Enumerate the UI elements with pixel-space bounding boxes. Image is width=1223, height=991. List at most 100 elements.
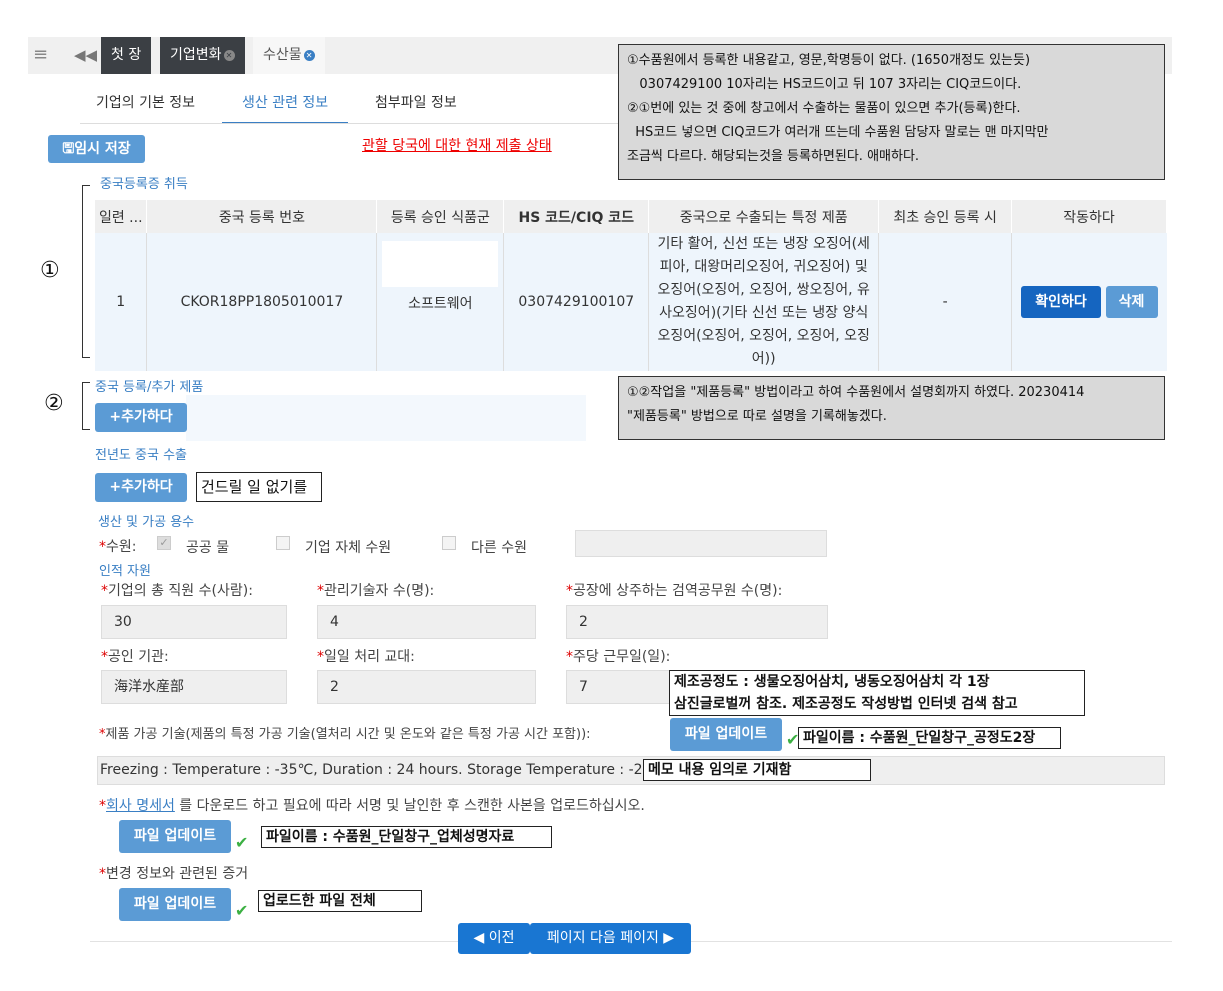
col-product: 중국으로 수출되는 특정 제품 [648,200,880,233]
subtab-basic-info[interactable]: 기업의 기본 정보 [76,86,215,124]
company-statement-link[interactable]: 회사 명세서 [106,798,175,814]
close-icon[interactable]: ✕ [303,49,315,61]
prev-label: 이전 [488,930,515,946]
col-food-group: 등록 승인 식품군 [376,200,505,233]
col-action: 작동하다 [1011,200,1167,233]
tech-label-text: 관리기술자 수(명): [324,583,435,599]
workdays-label: *주당 근무일(일): [566,649,671,665]
china-reg-table: 일련 ... 중국 등록 번호 등록 승인 식품군 HS 코드/CIQ 코드 중… [95,200,1167,371]
water-label: *수원: [99,539,137,555]
submission-status-link[interactable]: 관할 당국에 대한 현재 제출 상태 [362,135,552,155]
cell-action: 확인하다 삭제 [1011,233,1167,371]
other-water-label: 다른 수원 [471,540,527,556]
cell-food-group: 소프트웨어 [376,233,505,371]
annotation-bracket [82,382,90,430]
declaration-text: *회사 명세서 를 다운로드 하고 필요에 따라 서명 및 날인한 후 스캔한 … [99,798,645,814]
next-button[interactable]: 페이지 다음 페이지 ▶ [530,923,691,954]
evidence-label: *변경 정보와 관련된 증거 [99,866,249,882]
shift-input[interactable]: 2 [317,670,536,704]
evidence-label-text: 변경 정보와 관련된 증거 [106,866,249,882]
plus-icon: + [109,479,122,495]
col-hs-code: HS 코드/CIQ 코드 [503,200,650,233]
shift-label: *일일 처리 교대: [317,649,415,665]
tab-company-change[interactable]: 기업변화 ✕ [160,37,245,74]
rewind-icon[interactable]: ◀◀ [74,43,97,67]
agency-label-text: 공인 기관: [108,649,169,665]
total-staff-input[interactable]: 30 [101,605,287,639]
note-line: "제품등록" 방법으로 따로 설명을 기록해놓겠다. [627,409,887,424]
human-title: 인적 자원 [99,564,151,579]
col-reg-no: 중국 등록 번호 [146,200,378,233]
tech-upload-button[interactable]: 파일 업데이트 [670,718,782,751]
tab-seafood-label: 수산물 [263,47,302,63]
prev-button[interactable]: ◀ 이전 [458,923,530,954]
menu-icon[interactable]: ≡ [33,43,51,67]
water-label-text: 수원: [106,539,137,555]
subtab-attachment-info[interactable]: 첨부파일 정보 [355,86,477,124]
self-water-label: 기업 자체 수원 [305,540,392,556]
close-icon[interactable]: ✕ [223,49,235,61]
delete-button[interactable]: 삭제 [1105,286,1158,318]
cell-first-date: - [878,233,1013,371]
public-water-checkbox[interactable]: ✓ [157,536,171,550]
workdays-label-text: 주당 근무일(일): [573,649,671,665]
annotation-file-name: 파일이름 : 수품원_단일창구_공정도2장 [798,727,1061,749]
tab-seafood[interactable]: 수산물 ✕ [253,37,325,74]
table-header-row: 일련 ... 중국 등록 번호 등록 승인 식품군 HS 코드/CIQ 코드 중… [95,200,1167,233]
tab-first[interactable]: 첫 장 [101,37,152,74]
temp-save-button[interactable]: 🖫임시 저장 [48,135,145,163]
public-water-label: 공공 물 [186,540,230,556]
table-row: 1 CKOR18PP1805010017 소프트웨어 0307429100107… [95,233,1167,371]
note-line: 0307429100 10자리는 HS코드이고 뒤 107 3자리는 CIQ코드… [627,77,1022,92]
temp-save-label: 임시 저장 [74,141,131,157]
arrow-right-icon: ▶ [658,930,675,946]
annotation-marker-one: ① [40,258,60,283]
add-product-label: 추가하다 [121,409,173,425]
inspector-label: *공장에 상주하는 검역공무원 수(명): [566,583,783,599]
annotation-note-top: ①수품원에서 등록한 내용같고, 영문,학명등이 없다. (1650개정도 있는… [618,44,1165,180]
check-icon: ✔ [235,901,249,920]
add-prev-year-button[interactable]: +추가하다 [95,473,187,502]
other-water-input[interactable] [575,530,827,557]
note-line: HS코드 넣으면 CIQ코드가 여러개 뜨는데 수품원 담당자 말로는 맨 마지… [627,125,1049,140]
tech-input[interactable]: 4 [317,605,536,639]
total-staff-label-text: 기업의 총 직원 수(사람): [108,583,253,599]
tech-label: *관리기술자 수(명): [317,583,435,599]
inspector-input[interactable]: 2 [566,605,828,639]
next-label: 페이지 다음 페이지 [546,930,659,946]
annotation-process-diagram: 제조공정도 : 생물오징어삼치, 냉동오징어삼치 각 1장 삼진글로벌꺼 참조.… [669,670,1085,716]
annotation-note-second: ①②작업을 "제품등록" 방법이라고 하여 수품원에서 설명회까지 하였다. 2… [618,376,1165,440]
col-first-date: 최초 승인 등록 시 [878,200,1013,233]
declaration-upload-button[interactable]: 파일 업데이트 [119,820,231,853]
note-line: ①수품원에서 등록한 내용같고, 영문,학명등이 없다. (1650개정도 있는… [627,53,1031,68]
tab-first-label: 첫 장 [111,47,142,63]
arrow-left-icon: ◀ [473,930,489,946]
agency-input[interactable]: 海洋水産部 [101,670,287,704]
annotation-memo: 메모 내용 임의로 기재함 [643,759,871,781]
prev-year-title: 전년도 중국 수출 [95,448,187,463]
add-area [186,395,586,441]
note-line: ②①번에 있는 것 중에 창고에서 수출하는 물품이 있으면 추가(등록)한다. [627,101,1021,116]
tech-desc-label-text: 제품 가공 기술(제품의 특정 가공 기술(열처리 시간 및 온도와 같은 특정… [105,727,591,742]
cell-serial: 1 [95,233,148,371]
shift-label-text: 일일 처리 교대: [324,649,415,665]
water-title: 생산 및 가공 용수 [98,515,195,530]
declaration-suffix: 를 다운로드 하고 필요에 따라 서명 및 날인한 후 스캔한 사본을 업로드하… [174,798,645,814]
note-line: 제조공정도 : 생물오징어삼치, 냉동오징어삼치 각 1장 [674,674,990,690]
cell-reg-no: CKOR18PP1805010017 [146,233,378,371]
annotation-file-name: 파일이름 : 수품원_단일창구_업체성명자료 [261,826,552,848]
annotation-marker-two: ② [44,391,64,416]
china-add-title: 중국 등록/추가 제품 [95,380,204,395]
add-prev-year-label: 추가하다 [121,479,173,495]
other-water-checkbox[interactable] [442,536,456,550]
blank-box [382,241,499,287]
self-water-checkbox[interactable] [276,536,290,550]
add-product-button[interactable]: +추가하다 [95,403,187,432]
evidence-upload-button[interactable]: 파일 업데이트 [119,888,231,921]
subtab-production-info[interactable]: 생산 관련 정보 [222,86,349,124]
confirm-button[interactable]: 확인하다 [1021,286,1102,318]
tech-desc-input[interactable]: Freezing : Temperature : -35℃, Duration … [97,756,1165,785]
cell-hs-code: 0307429100107 [503,233,650,371]
tech-desc-label: *제품 가공 기술(제품의 특정 가공 기술(열처리 시간 및 온도와 같은 특… [99,727,591,742]
annotation-no-dry: 건드릴 일 없기를 [196,472,322,502]
